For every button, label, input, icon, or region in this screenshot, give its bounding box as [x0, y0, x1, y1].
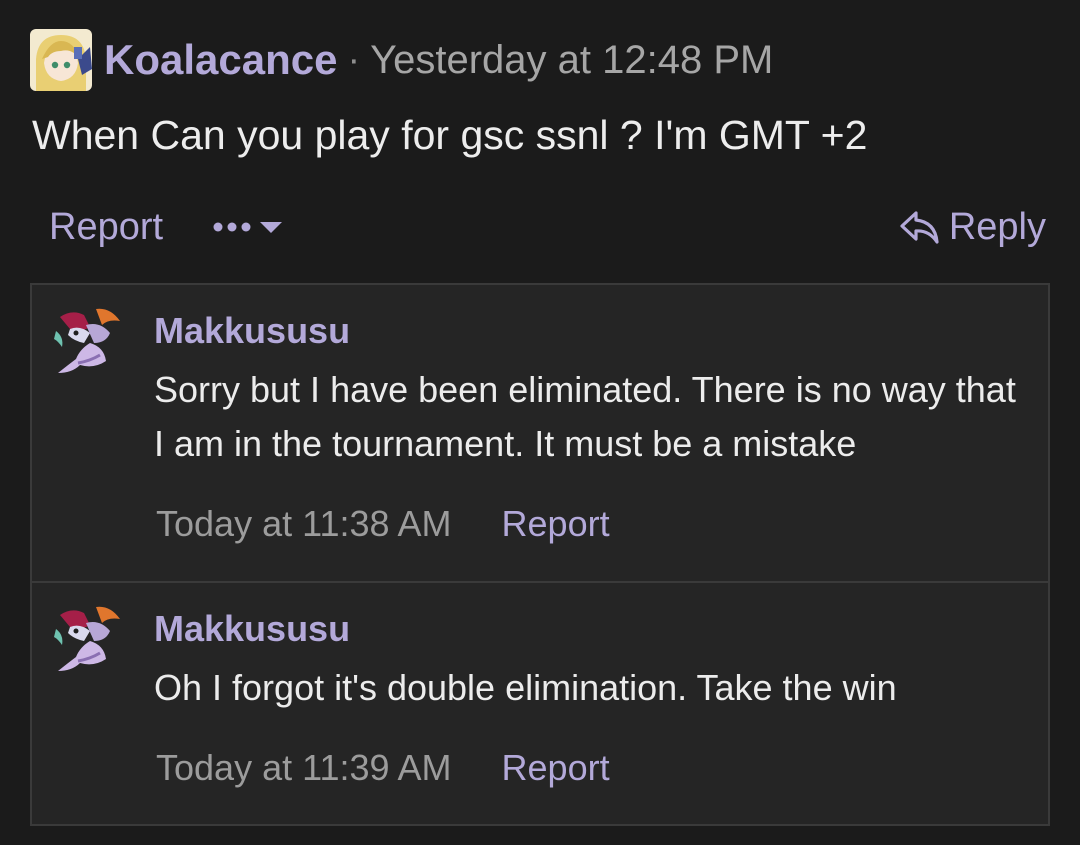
reply-author[interactable]: Makkususu: [154, 310, 350, 352]
avatar[interactable]: [30, 29, 92, 91]
report-link[interactable]: Report: [502, 503, 610, 545]
post-author[interactable]: Koalacance: [104, 36, 337, 84]
ellipsis-dropdown-icon: [213, 222, 282, 233]
reply-item: Makkususu Sorry but I have been eliminat…: [32, 285, 1048, 581]
reply-author[interactable]: Makkususu: [154, 608, 350, 650]
reply-arrow-icon: [900, 210, 939, 244]
reply-text: Oh I forgot it's double elimination. Tak…: [154, 667, 897, 708]
post-header: Koalacance · Yesterday at 12:48 PM: [30, 28, 773, 92]
reply-item: Makkususu Oh I forgot it's double elimin…: [32, 581, 1048, 826]
reply-label: Reply: [948, 206, 1046, 248]
reply-meta: Today at 11:39 AM Report: [156, 747, 610, 789]
report-link[interactable]: Report: [502, 747, 610, 789]
post-body: When Can you play for gsc ssnl ? I'm GMT…: [32, 112, 868, 158]
post-actions: Report Reply: [0, 198, 1080, 262]
replies-panel: Makkususu Sorry but I have been eliminat…: [30, 283, 1050, 826]
reply-timestamp[interactable]: Today at 11:38 AM: [156, 503, 452, 545]
more-options-button[interactable]: [212, 212, 286, 242]
avatar[interactable]: [50, 303, 126, 379]
reply-meta: Today at 11:38 AM Report: [156, 503, 610, 545]
reply-text: Sorry but I have been eliminated. There …: [154, 369, 1016, 464]
avatar[interactable]: [50, 601, 126, 677]
separator-dot: ·: [347, 38, 361, 81]
reply-timestamp[interactable]: Today at 11:39 AM: [156, 747, 452, 789]
reply-button[interactable]: Reply: [899, 206, 1046, 249]
report-link[interactable]: Report: [49, 206, 163, 249]
post-timestamp[interactable]: Yesterday at 12:48 PM: [370, 38, 773, 83]
